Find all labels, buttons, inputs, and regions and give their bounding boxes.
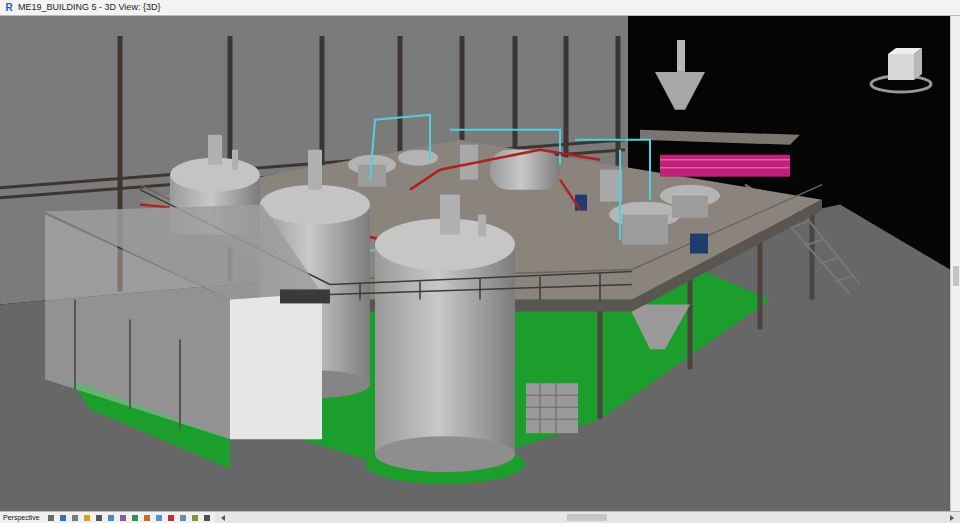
reveal-hidden-icon[interactable] bbox=[167, 514, 175, 522]
detail-level-icon[interactable] bbox=[59, 514, 67, 522]
shadows-icon[interactable] bbox=[95, 514, 103, 522]
equipment-grille bbox=[526, 383, 578, 433]
horizontal-scrollbar[interactable] bbox=[215, 512, 960, 523]
upper-deck bbox=[640, 40, 800, 177]
sun-path-icon[interactable] bbox=[83, 514, 91, 522]
view-mode-label[interactable]: Perspective bbox=[0, 512, 43, 523]
title-bar: R ME19_BUILDING 5 - 3D View: {3D} bbox=[0, 0, 960, 16]
lock-view-icon[interactable] bbox=[143, 514, 151, 522]
platform-legs bbox=[600, 210, 812, 420]
temporary-view-icon[interactable] bbox=[179, 514, 187, 522]
vertical-scrollbar[interactable] bbox=[950, 16, 960, 511]
3d-viewport[interactable] bbox=[0, 16, 950, 511]
analytical-model-icon[interactable] bbox=[191, 514, 199, 522]
floor bbox=[0, 205, 950, 511]
scale-icon[interactable] bbox=[47, 514, 55, 522]
window-title: ME19_BUILDING 5 - 3D View: {3D} bbox=[18, 0, 160, 15]
hide-isolate-icon[interactable] bbox=[155, 514, 163, 522]
hopper bbox=[628, 304, 690, 349]
tank bbox=[365, 195, 525, 484]
show-crop-icon[interactable] bbox=[131, 514, 139, 522]
scroll-right-icon[interactable] bbox=[948, 514, 956, 522]
revit-logo-icon: R bbox=[4, 0, 14, 15]
constraints-icon[interactable] bbox=[203, 514, 211, 522]
glass-enclosure bbox=[45, 205, 330, 440]
view-control-bar: Perspective bbox=[0, 511, 960, 523]
viewcube-icon[interactable] bbox=[866, 40, 936, 100]
visual-style-icon[interactable] bbox=[71, 514, 79, 522]
render-icon[interactable] bbox=[107, 514, 115, 522]
crop-view-icon[interactable] bbox=[119, 514, 127, 522]
scroll-left-icon[interactable] bbox=[219, 514, 227, 522]
